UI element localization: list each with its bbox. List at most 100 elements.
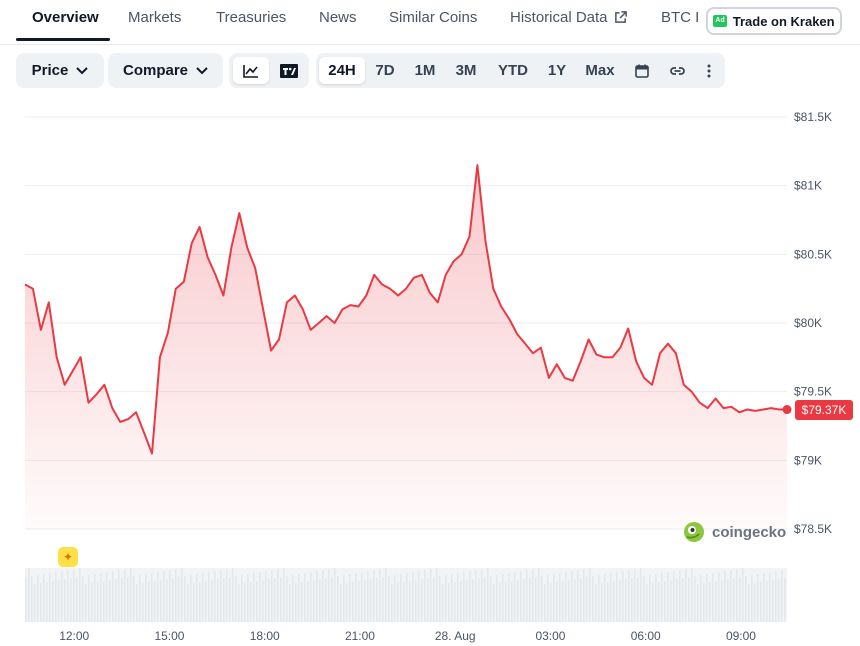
volume-bar	[457, 573, 459, 622]
volume-bar	[601, 583, 603, 622]
volume-bar	[349, 574, 351, 622]
star-icon: ✦	[62, 550, 74, 564]
volume-bar	[784, 578, 786, 622]
volume-bar	[400, 574, 402, 622]
volume-bar	[571, 571, 573, 622]
volume-bar	[364, 580, 366, 622]
volume-bar	[406, 573, 408, 622]
volume-bar	[505, 582, 507, 622]
volume-bar	[34, 584, 36, 622]
tradingview-icon	[280, 63, 298, 78]
range-7d-button[interactable]: 7D	[369, 57, 401, 84]
volume-bar	[724, 571, 726, 622]
calendar-button[interactable]	[630, 57, 654, 84]
volume-bar	[553, 574, 555, 622]
active-tab-indicator	[16, 38, 110, 41]
volume-bar	[379, 569, 381, 622]
volume-bar	[529, 578, 531, 622]
range-24h-button[interactable]: 24H	[319, 57, 365, 84]
volume-bar	[376, 578, 378, 622]
volume-bar	[493, 584, 495, 622]
volume-bar	[85, 584, 87, 622]
volume-bar	[193, 583, 195, 622]
range-1y-button[interactable]: 1Y	[542, 57, 572, 84]
volume-bar	[337, 576, 339, 622]
volume-bar	[256, 581, 258, 622]
volume-bar	[352, 582, 354, 622]
volume-bar	[196, 574, 198, 622]
volume-bar	[433, 577, 435, 622]
volume-bar	[418, 571, 420, 622]
volume-bar	[202, 573, 204, 622]
volume-bar	[223, 578, 225, 622]
volume-bar	[469, 571, 471, 622]
line-chart-button[interactable]	[233, 57, 269, 84]
volume-bar	[367, 571, 369, 622]
event-marker[interactable]: ✦	[58, 547, 78, 567]
range-ytd-button[interactable]: YTD	[492, 57, 534, 84]
volume-bar	[136, 584, 138, 622]
tab-historical-data[interactable]: Historical Data	[510, 9, 627, 26]
volume-bar	[373, 570, 375, 622]
price-chart[interactable]: $78.5K $79K $79.5K $80K $80.5K $81K $81.5K 12:…	[0, 96, 860, 646]
volume-bar	[283, 568, 285, 622]
range-max-button[interactable]: Max	[580, 57, 620, 84]
volume-bar	[652, 583, 654, 622]
volume-bar	[445, 575, 447, 622]
tab-similar-coins[interactable]: Similar Coins	[389, 9, 477, 26]
volume-bar	[37, 575, 39, 622]
tab-news[interactable]: News	[319, 9, 357, 26]
volume-bar	[607, 582, 609, 622]
compare-dropdown-label: Compare	[122, 62, 189, 79]
volume-bar	[526, 570, 528, 622]
volume-bar	[172, 578, 174, 622]
tab-markets[interactable]: Markets	[128, 9, 181, 26]
compare-dropdown[interactable]: Compare	[108, 53, 223, 88]
volume-bar	[637, 577, 639, 622]
y-tick-label: $79.5K	[794, 385, 832, 399]
calendar-icon	[635, 64, 649, 78]
range-1m-button[interactable]: 1M	[408, 57, 442, 84]
volume-bar	[670, 580, 672, 622]
volume-bar	[112, 571, 114, 622]
tab-overview[interactable]: Overview	[32, 9, 99, 26]
volume-bar	[238, 584, 240, 622]
price-area-fill	[25, 165, 787, 529]
volume-bar	[685, 569, 687, 622]
volume-bar	[463, 572, 465, 622]
y-tick-label: $78.5K	[794, 522, 832, 536]
price-dropdown[interactable]: Price	[16, 53, 104, 88]
volume-bar	[727, 579, 729, 622]
volume-bar	[277, 569, 279, 622]
volume-bar	[619, 580, 621, 622]
volume-bar	[466, 580, 468, 622]
trade-on-kraken-button[interactable]: Ad Trade on Kraken	[706, 7, 842, 35]
volume-bar	[187, 584, 189, 622]
volume-bar	[655, 574, 657, 622]
volume-bar	[775, 571, 777, 622]
volume-bar	[742, 568, 744, 622]
volume-bar	[547, 575, 549, 622]
volume-bar	[535, 577, 537, 622]
tab-treasuries[interactable]: Treasuries	[216, 9, 286, 26]
volume-bar	[454, 582, 456, 622]
volume-bar	[73, 569, 75, 622]
more-options-button[interactable]	[700, 57, 718, 84]
volume-bar	[274, 578, 276, 622]
volume-bar	[574, 579, 576, 622]
range-3m-button[interactable]: 3M	[449, 57, 483, 84]
volume-bar	[532, 569, 534, 622]
volume-bar	[634, 569, 636, 622]
x-tick-label: 09:00	[726, 629, 756, 643]
volume-bar	[382, 577, 384, 622]
volume-bar	[682, 578, 684, 622]
share-link-button[interactable]	[664, 57, 690, 84]
volume-bar	[226, 569, 228, 622]
tradingview-button[interactable]	[273, 57, 305, 84]
volume-bar	[568, 580, 570, 622]
volume-bar	[625, 579, 627, 622]
volume-bar	[733, 578, 735, 622]
volume-bar	[673, 571, 675, 622]
volume-bar	[646, 584, 648, 622]
tab-btc-treasuries[interactable]: BTC I	[661, 9, 699, 26]
